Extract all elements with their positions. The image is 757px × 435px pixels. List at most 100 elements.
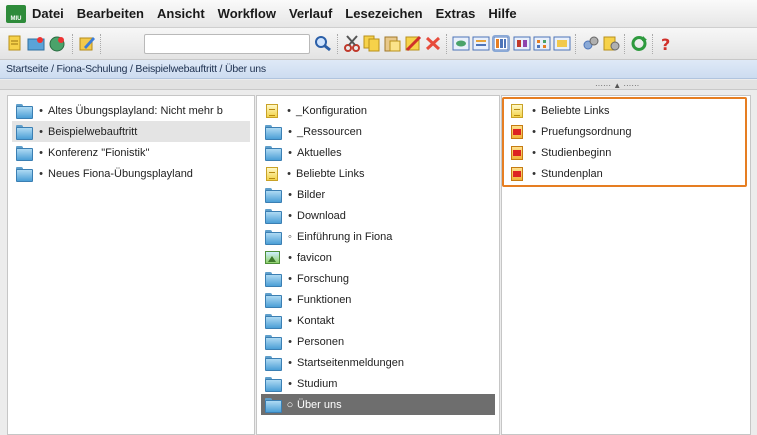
list-item[interactable]: • Beliebte Links <box>261 163 495 184</box>
menu-hilfe[interactable]: Hilfe <box>488 6 516 21</box>
list-item[interactable]: • Pruefungsordnung <box>506 121 746 142</box>
list-item[interactable]: • Altes Übungsplayland: Nicht mehr b <box>12 100 250 121</box>
toolbar: ? <box>0 28 757 60</box>
list-item[interactable]: • Aktuelles <box>261 142 495 163</box>
menu-workflow[interactable]: Workflow <box>218 6 276 21</box>
list-item-label: Funktionen <box>297 293 352 306</box>
list-item[interactable]: • _Konfiguration <box>261 100 495 121</box>
list-item[interactable]: ○ Über uns <box>261 394 495 415</box>
status-marker: ○ <box>286 398 294 411</box>
list-item-label: Pruefungsordnung <box>541 125 632 138</box>
list-item-label: Personen <box>297 335 345 348</box>
menu-lesezeichen[interactable]: Lesezeichen <box>345 6 422 21</box>
delete-icon[interactable] <box>424 35 442 52</box>
list-item[interactable]: • Forschung <box>261 268 495 289</box>
new-folder-icon[interactable] <box>27 35 45 52</box>
cut-icon[interactable] <box>343 35 361 52</box>
list-item[interactable]: • Personen <box>261 331 495 352</box>
menu-ansicht[interactable]: Ansicht <box>157 6 205 21</box>
status-marker: • <box>288 377 292 390</box>
workflow-gears-icon[interactable] <box>582 35 600 52</box>
list-item[interactable]: • Studium <box>261 373 495 394</box>
image-icon <box>265 251 280 264</box>
document-icon <box>266 166 278 181</box>
status-marker: • <box>287 104 291 117</box>
help-question-icon[interactable]: ? <box>657 35 675 52</box>
search-input[interactable] <box>144 34 310 54</box>
breadcrumb[interactable]: Startseite / Fiona-Schulung / Beispielwe… <box>6 63 266 75</box>
copy-icon[interactable] <box>363 35 381 52</box>
status-marker: • <box>288 314 292 327</box>
list-item[interactable]: • Kontakt <box>261 310 495 331</box>
list-item-label: Neues Fiona-Übungsplayland <box>48 167 193 180</box>
list-item[interactable]: • Startseitenmeldungen <box>261 352 495 373</box>
status-marker: • <box>288 209 292 222</box>
list-item-label: Studium <box>297 377 338 390</box>
new-resource-icon[interactable] <box>48 35 66 52</box>
list-item[interactable]: • Studienbeginn <box>506 142 746 163</box>
menu-bearbeiten[interactable]: Bearbeiten <box>77 6 144 21</box>
list-item-label: Studienbeginn <box>541 146 612 159</box>
panel-splitter[interactable]: ······ ▲ ······ <box>0 80 757 90</box>
list-item[interactable]: • Stundenplan <box>506 163 746 184</box>
list-item-label: Forschung <box>297 272 349 285</box>
list-item-label: favicon <box>297 251 332 264</box>
list-item[interactable]: • Konferenz "Fionistik" <box>12 142 250 163</box>
view-columns-icon[interactable] <box>492 35 510 52</box>
folder-icon <box>265 146 282 161</box>
list-item[interactable]: ◦ Einführung in Fiona <box>261 226 495 247</box>
view-grid-icon[interactable] <box>533 35 551 52</box>
splitter-handle-icon[interactable]: ······ ▲ ······ <box>595 81 639 90</box>
rename-icon[interactable] <box>404 35 422 52</box>
list-item[interactable]: • Funktionen <box>261 289 495 310</box>
folder-icon <box>265 314 282 329</box>
menu-datei[interactable]: Datei <box>32 6 64 21</box>
view-list-icon[interactable] <box>472 35 490 52</box>
status-marker: • <box>39 167 43 180</box>
list-item[interactable]: • favicon <box>261 247 495 268</box>
list-item-label: Konferenz "Fionistik" <box>48 146 150 159</box>
list-item[interactable]: • Bilder <box>261 184 495 205</box>
list-item-label: Bilder <box>297 188 326 201</box>
status-marker: • <box>39 125 43 138</box>
view-thumbnails-icon[interactable] <box>553 35 571 52</box>
menu-extras[interactable]: Extras <box>436 6 476 21</box>
workflow-release-icon[interactable] <box>602 35 620 52</box>
list-item-label: Über uns <box>297 398 342 411</box>
list-item-label: Kontakt <box>297 314 335 327</box>
folder-icon <box>265 209 282 224</box>
new-document-icon[interactable] <box>6 35 24 52</box>
paste-icon[interactable] <box>383 35 401 52</box>
folder-icon <box>265 335 282 350</box>
list-item-label: _Ressourcen <box>297 125 362 138</box>
document-icon <box>511 103 523 118</box>
folder-icon <box>16 125 33 140</box>
menu-verlauf[interactable]: Verlauf <box>289 6 332 21</box>
menu-bar: MIU Datei Bearbeiten Ansicht Workflow Ve… <box>0 0 757 28</box>
list-item-label: Aktuelles <box>297 146 342 159</box>
status-marker: ◦ <box>288 230 292 243</box>
edit-pencil-icon[interactable] <box>78 35 96 52</box>
status-marker: • <box>288 251 292 264</box>
list-item-label: Beispielwebauftritt <box>48 125 138 138</box>
list-item-label: Altes Übungsplayland: Nicht mehr b <box>48 104 223 117</box>
list-item-label: _Konfiguration <box>296 104 367 117</box>
list-item[interactable]: • Beliebte Links <box>506 100 746 121</box>
view-details-icon[interactable] <box>513 35 531 52</box>
list-item[interactable]: • Neues Fiona-Übungsplayland <box>12 163 250 184</box>
list-item[interactable]: • _Ressourcen <box>261 121 495 142</box>
folder-icon <box>16 104 33 119</box>
preview-icon[interactable] <box>452 35 470 52</box>
document-icon <box>266 103 278 118</box>
column-level-3: • Beliebte Links • Pruefungsordnung • Studien… <box>501 95 751 435</box>
pdf-document-icon <box>511 124 523 139</box>
folder-icon <box>265 272 282 287</box>
column-level-1: • Altes Übungsplayland: Nicht mehr b • Beis… <box>7 95 255 435</box>
search-icon[interactable] <box>314 35 332 52</box>
folder-icon <box>265 230 282 245</box>
refresh-icon[interactable] <box>630 35 648 52</box>
list-item[interactable]: • Beispielwebauftritt <box>12 121 250 142</box>
list-item[interactable]: • Download <box>261 205 495 226</box>
pdf-document-icon <box>511 145 523 160</box>
pdf-document-icon <box>511 166 523 181</box>
